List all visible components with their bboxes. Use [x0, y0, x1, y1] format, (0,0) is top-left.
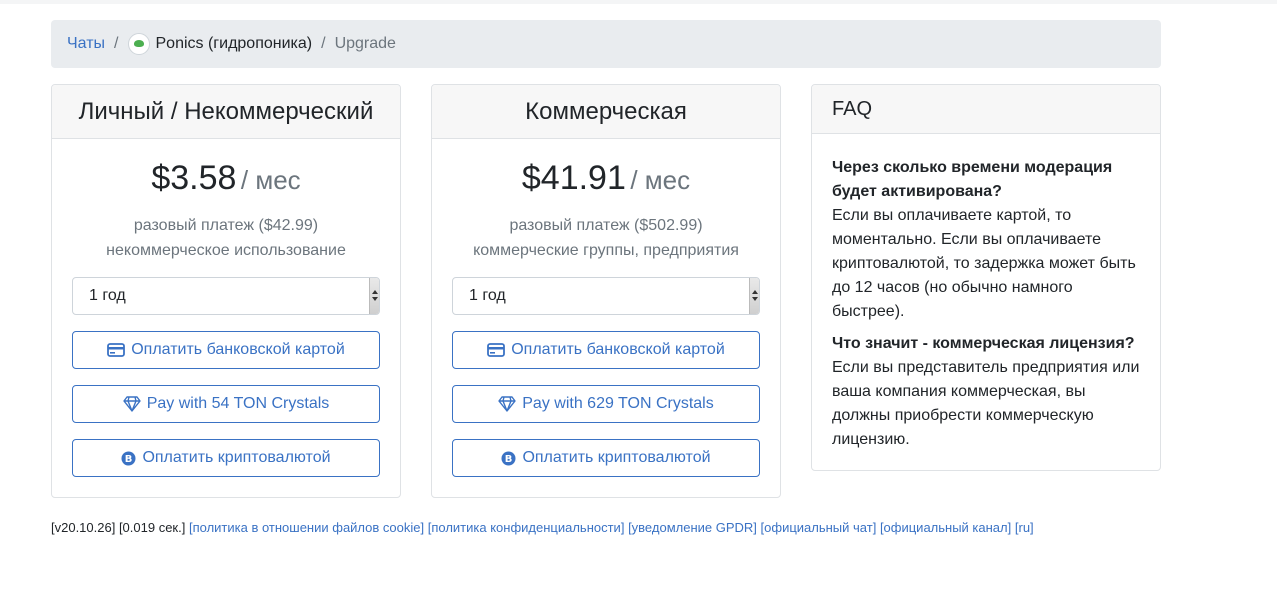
credit-card-icon: [107, 343, 126, 357]
period-select[interactable]: 1 год: [452, 277, 760, 315]
plan-card-personal: Личный / Некоммерческий $3.58 / мес разо…: [51, 84, 401, 498]
plan-card-commercial: Коммерческая $41.91 / мес разовый платеж…: [431, 84, 781, 498]
ponics-logo-icon: [127, 33, 150, 55]
pay-crypto-label: Оплатить криптовалютой: [522, 449, 711, 466]
footer-link-official-channel[interactable]: [официальный канал]: [880, 520, 1011, 535]
pay-ton-label: Pay with 54 TON Crystals: [146, 395, 330, 412]
footer-link-privacy-policy[interactable]: [политика конфиденциальности]: [428, 520, 625, 535]
diamond-icon: [123, 396, 141, 412]
diamond-icon: [498, 396, 516, 412]
breadcrumb-chat[interactable]: Ponics (гидропоника): [127, 33, 313, 55]
period-select[interactable]: 1 год: [72, 277, 380, 315]
pay-card-button[interactable]: Оплатить банковской картой: [452, 331, 760, 369]
pay-crypto-button[interactable]: B Оплатить криптовалютой: [72, 439, 380, 477]
breadcrumb: Чаты / Ponics (гидропоника) / Upgrade: [51, 20, 1161, 68]
faq-title: FAQ: [812, 85, 1160, 134]
footer-link-gdpr-notice[interactable]: [уведомление GPDR]: [628, 520, 757, 535]
breadcrumb-separator: /: [321, 35, 326, 52]
usage-type: коммерческие группы, предприятия: [473, 242, 739, 259]
faq-card: FAQ Через сколько времени модерация буде…: [811, 84, 1161, 471]
footer-link-language[interactable]: [ru]: [1015, 520, 1034, 535]
footer-link-official-chat[interactable]: [официальный чат]: [761, 520, 877, 535]
period-selected-value: 1 год: [469, 287, 506, 304]
faq-question: Через сколько времени модерация будет ак…: [832, 159, 1113, 200]
plan-price: $41.91 / мес: [432, 159, 780, 198]
faq-answer: Если вы оплачиваете картой, то моменталь…: [832, 207, 1136, 320]
breadcrumb-chat-name: Ponics (гидропоника): [155, 35, 313, 52]
pay-ton-button[interactable]: Pay with 629 TON Crystals: [452, 385, 760, 423]
one-time-payment: разовый платеж ($502.99): [509, 217, 703, 234]
pay-crypto-button[interactable]: B Оплатить криптовалютой: [452, 439, 760, 477]
pay-ton-label: Pay with 629 TON Crystals: [522, 395, 714, 412]
svg-text:B: B: [505, 454, 513, 465]
select-spinner-icon[interactable]: [369, 278, 379, 314]
breadcrumb-current: Upgrade: [334, 35, 396, 52]
price-period: / мес: [630, 165, 691, 195]
breadcrumb-separator: /: [114, 35, 119, 52]
svg-text:B: B: [125, 454, 133, 465]
plan-description: разовый платеж ($502.99) коммерческие гр…: [432, 213, 780, 263]
credit-card-icon: [487, 343, 506, 357]
pay-crypto-label: Оплатить криптовалютой: [142, 449, 331, 466]
faq-question: Что значит - коммерческая лицензия?: [832, 335, 1135, 352]
breadcrumb-chats-link[interactable]: Чаты: [67, 35, 105, 53]
period-selected-value: 1 год: [89, 287, 126, 304]
plan-price: $3.58 / мес: [52, 159, 400, 198]
one-time-payment: разовый платеж ($42.99): [133, 217, 319, 234]
footer-version: [v20.10.26] [0.019 сек.]: [51, 520, 186, 535]
pay-card-button[interactable]: Оплатить банковской картой: [72, 331, 380, 369]
footer: [v20.10.26] [0.019 сек.] [политика в отн…: [51, 520, 1034, 535]
footer-link-cookie-policy[interactable]: [политика в отношении файлов cookie]: [189, 520, 424, 535]
faq-body: Через сколько времени модерация будет ак…: [812, 134, 1160, 452]
plan-description: разовый платеж ($42.99) некоммерческое и…: [52, 213, 400, 263]
price-amount: $41.91: [521, 159, 626, 197]
plan-title: Коммерческая: [432, 85, 780, 139]
select-spinner-icon[interactable]: [749, 278, 759, 314]
bitcoin-icon: B: [121, 451, 136, 465]
price-amount: $3.58: [151, 159, 237, 197]
top-strip: [0, 0, 1277, 4]
bitcoin-icon: B: [501, 451, 516, 465]
price-period: / мес: [240, 165, 301, 195]
usage-type: некоммерческое использование: [106, 242, 346, 259]
pay-ton-button[interactable]: Pay with 54 TON Crystals: [72, 385, 380, 423]
plan-title: Личный / Некоммерческий: [52, 85, 400, 139]
faq-answer: Если вы представитель предприятия или ва…: [832, 359, 1140, 448]
pay-card-label: Оплатить банковской картой: [131, 341, 345, 358]
pay-card-label: Оплатить банковской картой: [511, 341, 725, 358]
